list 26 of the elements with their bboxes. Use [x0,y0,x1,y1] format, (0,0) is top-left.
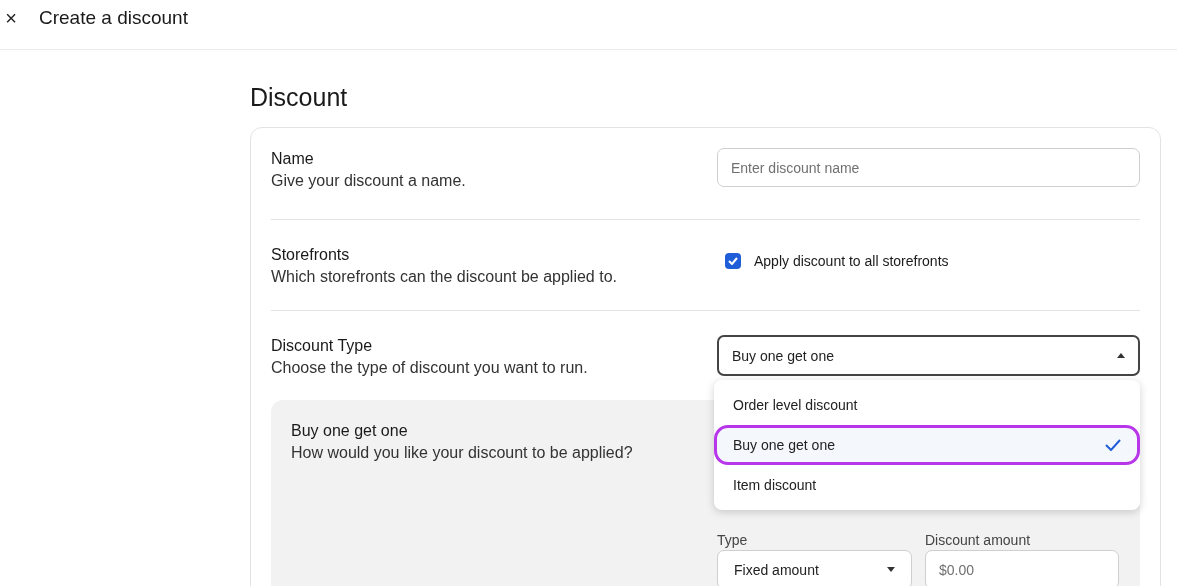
dropdown[interactable]: Buy one get one [717,335,1140,376]
section-heading: Discount [250,83,349,112]
panel-description: How would you like your discount to be applied? [291,443,634,463]
checkbox-label: Apply discount to all storefronts [754,253,949,269]
check-icon [1105,439,1121,451]
caret-up-icon [1117,353,1125,358]
field-title: Discount Type [271,336,374,356]
menu-option[interactable]: Order level discount [714,385,1140,425]
panel-title: Buy one get one [291,421,409,441]
page-title: Create a discount [39,7,188,29]
checkbox[interactable] [725,253,741,269]
input-field[interactable]: $0.00 [925,550,1119,586]
check-icon [728,257,738,265]
input-field[interactable]: Enter discount name [717,148,1140,187]
close-button[interactable]: × [0,7,22,29]
field-description: Give your discount a name. [271,171,467,191]
caret-down-icon [887,567,895,572]
field-title: Name [271,149,315,169]
menu-option[interactable]: Buy one get one [714,425,1140,465]
dropdown[interactable]: Fixed amount [717,550,912,586]
menu-option[interactable]: Item discount [714,465,1140,505]
field-title: Storefronts [271,245,351,265]
field-label: Type [717,532,749,548]
field-description: Choose the type of discount you want to run. [271,358,589,378]
field-label: Discount amount [925,532,1032,548]
field-description: Which storefronts can the discount be applied to. [271,267,618,287]
